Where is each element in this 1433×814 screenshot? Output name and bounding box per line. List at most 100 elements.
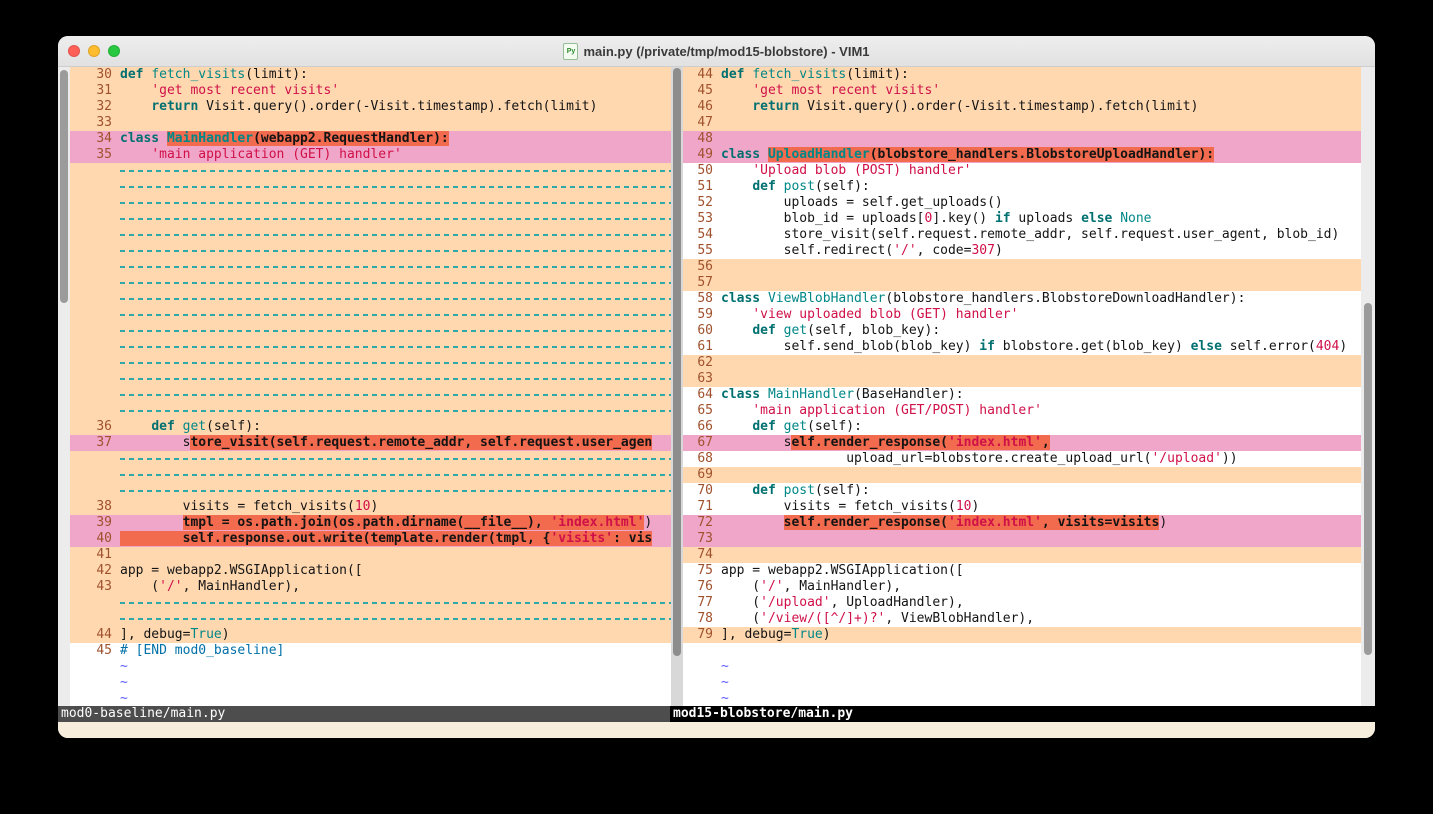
diff-filler-line[interactable]	[70, 595, 671, 611]
code-line[interactable]: 70 def post(self):	[683, 483, 1361, 499]
code-line[interactable]: 75app = webapp2.WSGIApplication([	[683, 563, 1361, 579]
code-line[interactable]: 56	[683, 259, 1361, 275]
code-line[interactable]: 57	[683, 275, 1361, 291]
status-row: mod0-baseline/main.py mod15-blobstore/ma…	[58, 706, 1375, 722]
line-number: 79	[683, 627, 721, 643]
diff-filler-line[interactable]	[70, 467, 671, 483]
code-line[interactable]: 59 'view uploaded blob (GET) handler'	[683, 307, 1361, 323]
diff-filler-line[interactable]	[70, 211, 671, 227]
diff-filler-line[interactable]	[70, 195, 671, 211]
empty-buffer-line[interactable]: ~	[683, 659, 1361, 675]
code-line[interactable]: 78 ('/view/([^/]+)?', ViewBlobHandler),	[683, 611, 1361, 627]
code-line[interactable]: 54 store_visit(self.request.remote_addr,…	[683, 227, 1361, 243]
empty-buffer-line[interactable]: ~	[70, 659, 671, 675]
code-line[interactable]: 66 def get(self):	[683, 419, 1361, 435]
diff-filler-line[interactable]	[70, 307, 671, 323]
line-number: 73	[683, 531, 721, 547]
code-line[interactable]: 34class MainHandler(webapp2.RequestHandl…	[70, 131, 671, 147]
code-line[interactable]: 30def fetch_visits(limit):	[70, 67, 671, 83]
diff-filler-line[interactable]	[70, 243, 671, 259]
code-line[interactable]: 65 'main application (GET/POST) handler'	[683, 403, 1361, 419]
diff-filler-line[interactable]	[70, 323, 671, 339]
diff-filler-line[interactable]	[70, 163, 671, 179]
code-line[interactable]: 53 blob_id = uploads[0].key() if uploads…	[683, 211, 1361, 227]
pane-splitter[interactable]	[671, 67, 683, 706]
code-line[interactable]: 47	[683, 115, 1361, 131]
code-line[interactable]: 48	[683, 131, 1361, 147]
code-line[interactable]: 51 def post(self):	[683, 179, 1361, 195]
diff-filler-line[interactable]	[70, 403, 671, 419]
code-line[interactable]: 41	[70, 547, 671, 563]
line-number: 44	[70, 627, 120, 643]
titlebar[interactable]: Py main.py (/private/tmp/mod15-blobstore…	[58, 36, 1375, 67]
diff-filler-line[interactable]	[70, 387, 671, 403]
code-line[interactable]: 76 ('/', MainHandler),	[683, 579, 1361, 595]
diff-filler-line[interactable]	[70, 339, 671, 355]
code-line[interactable]: 55 self.redirect('/', code=307)	[683, 243, 1361, 259]
code-line[interactable]: 77 ('/upload', UploadHandler),	[683, 595, 1361, 611]
statusbar-right[interactable]: mod15-blobstore/main.py	[670, 706, 1375, 722]
diff-filler-line[interactable]	[70, 227, 671, 243]
code-line[interactable]: 39 tmpl = os.path.join(os.path.dirname(_…	[70, 515, 671, 531]
code-line[interactable]: 42app = webapp2.WSGIApplication([	[70, 563, 671, 579]
pane-splitter-thumb[interactable]	[673, 68, 681, 656]
code-line[interactable]: 37 store_visit(self.request.remote_addr,…	[70, 435, 671, 451]
code-line[interactable]: 68 upload_url=blobstore.create_upload_ur…	[683, 451, 1361, 467]
diff-filler-line[interactable]	[70, 275, 671, 291]
code-line[interactable]: 40 self.response.out.write(template.rend…	[70, 531, 671, 547]
diff-filler-line[interactable]	[70, 259, 671, 275]
code-line[interactable]: 71 visits = fetch_visits(10)	[683, 499, 1361, 515]
diff-filler-line[interactable]	[70, 483, 671, 499]
code-line[interactable]: 38 visits = fetch_visits(10)	[70, 499, 671, 515]
code-line[interactable]: 45# [END mod0_baseline]	[70, 643, 671, 659]
diff-filler-line[interactable]	[70, 355, 671, 371]
code-line[interactable]: 63	[683, 371, 1361, 387]
code-line[interactable]: 31 'get most recent visits'	[70, 83, 671, 99]
line-number	[70, 195, 120, 211]
code-line[interactable]: 73	[683, 531, 1361, 547]
empty-buffer-line[interactable]: ~	[70, 675, 671, 691]
code-line[interactable]: 62	[683, 355, 1361, 371]
code-line[interactable]: 58class ViewBlobHandler(blobstore_handle…	[683, 291, 1361, 307]
code-line[interactable]: 43 ('/', MainHandler),	[70, 579, 671, 595]
diff-filler-line[interactable]	[70, 179, 671, 195]
minimize-button[interactable]	[88, 45, 100, 57]
code-line[interactable]: 72 self.render_response('index.html', vi…	[683, 515, 1361, 531]
pane-left[interactable]: 30def fetch_visits(limit):31 'get most r…	[58, 67, 671, 706]
code-line[interactable]: 44], debug=True)	[70, 627, 671, 643]
code-line[interactable]: 33	[70, 115, 671, 131]
code-line[interactable]: 60 def get(self, blob_key):	[683, 323, 1361, 339]
code-line[interactable]	[683, 643, 1361, 659]
code-line[interactable]: 44def fetch_visits(limit):	[683, 67, 1361, 83]
code-line[interactable]: 50 'Upload blob (POST) handler'	[683, 163, 1361, 179]
line-number	[70, 483, 120, 499]
code-line[interactable]: 69	[683, 467, 1361, 483]
code-line[interactable]: 36 def get(self):	[70, 419, 671, 435]
code-line[interactable]: 32 return Visit.query().order(-Visit.tim…	[70, 99, 671, 115]
left-scrollbar-thumb[interactable]	[60, 70, 68, 303]
close-button[interactable]	[68, 45, 80, 57]
statusbar-left[interactable]: mod0-baseline/main.py	[58, 706, 670, 722]
code-text: 'main application (GET) handler'	[120, 147, 671, 163]
right-scrollbar-thumb[interactable]	[1364, 303, 1372, 655]
diff-filler-line[interactable]	[70, 291, 671, 307]
empty-buffer-line[interactable]: ~	[683, 675, 1361, 691]
code-line[interactable]: 61 self.send_blob(blob_key) if blobstore…	[683, 339, 1361, 355]
diff-filler-line[interactable]	[70, 611, 671, 627]
line-number: 67	[683, 435, 721, 451]
code-line[interactable]: 46 return Visit.query().order(-Visit.tim…	[683, 99, 1361, 115]
pane-right[interactable]: 44def fetch_visits(limit):45 'get most r…	[683, 67, 1375, 706]
empty-buffer-line[interactable]: ~	[70, 691, 671, 706]
code-line[interactable]: 64class MainHandler(BaseHandler):	[683, 387, 1361, 403]
zoom-button[interactable]	[108, 45, 120, 57]
code-line[interactable]: 52 uploads = self.get_uploads()	[683, 195, 1361, 211]
code-line[interactable]: 49class UploadHandler(blobstore_handlers…	[683, 147, 1361, 163]
diff-filler-line[interactable]	[70, 371, 671, 387]
code-line[interactable]: 79], debug=True)	[683, 627, 1361, 643]
code-line[interactable]: 35 'main application (GET) handler'	[70, 147, 671, 163]
diff-filler-line[interactable]	[70, 451, 671, 467]
code-line[interactable]: 67 self.render_response('index.html',	[683, 435, 1361, 451]
empty-buffer-line[interactable]: ~	[683, 691, 1361, 706]
code-line[interactable]: 45 'get most recent visits'	[683, 83, 1361, 99]
code-line[interactable]: 74	[683, 547, 1361, 563]
